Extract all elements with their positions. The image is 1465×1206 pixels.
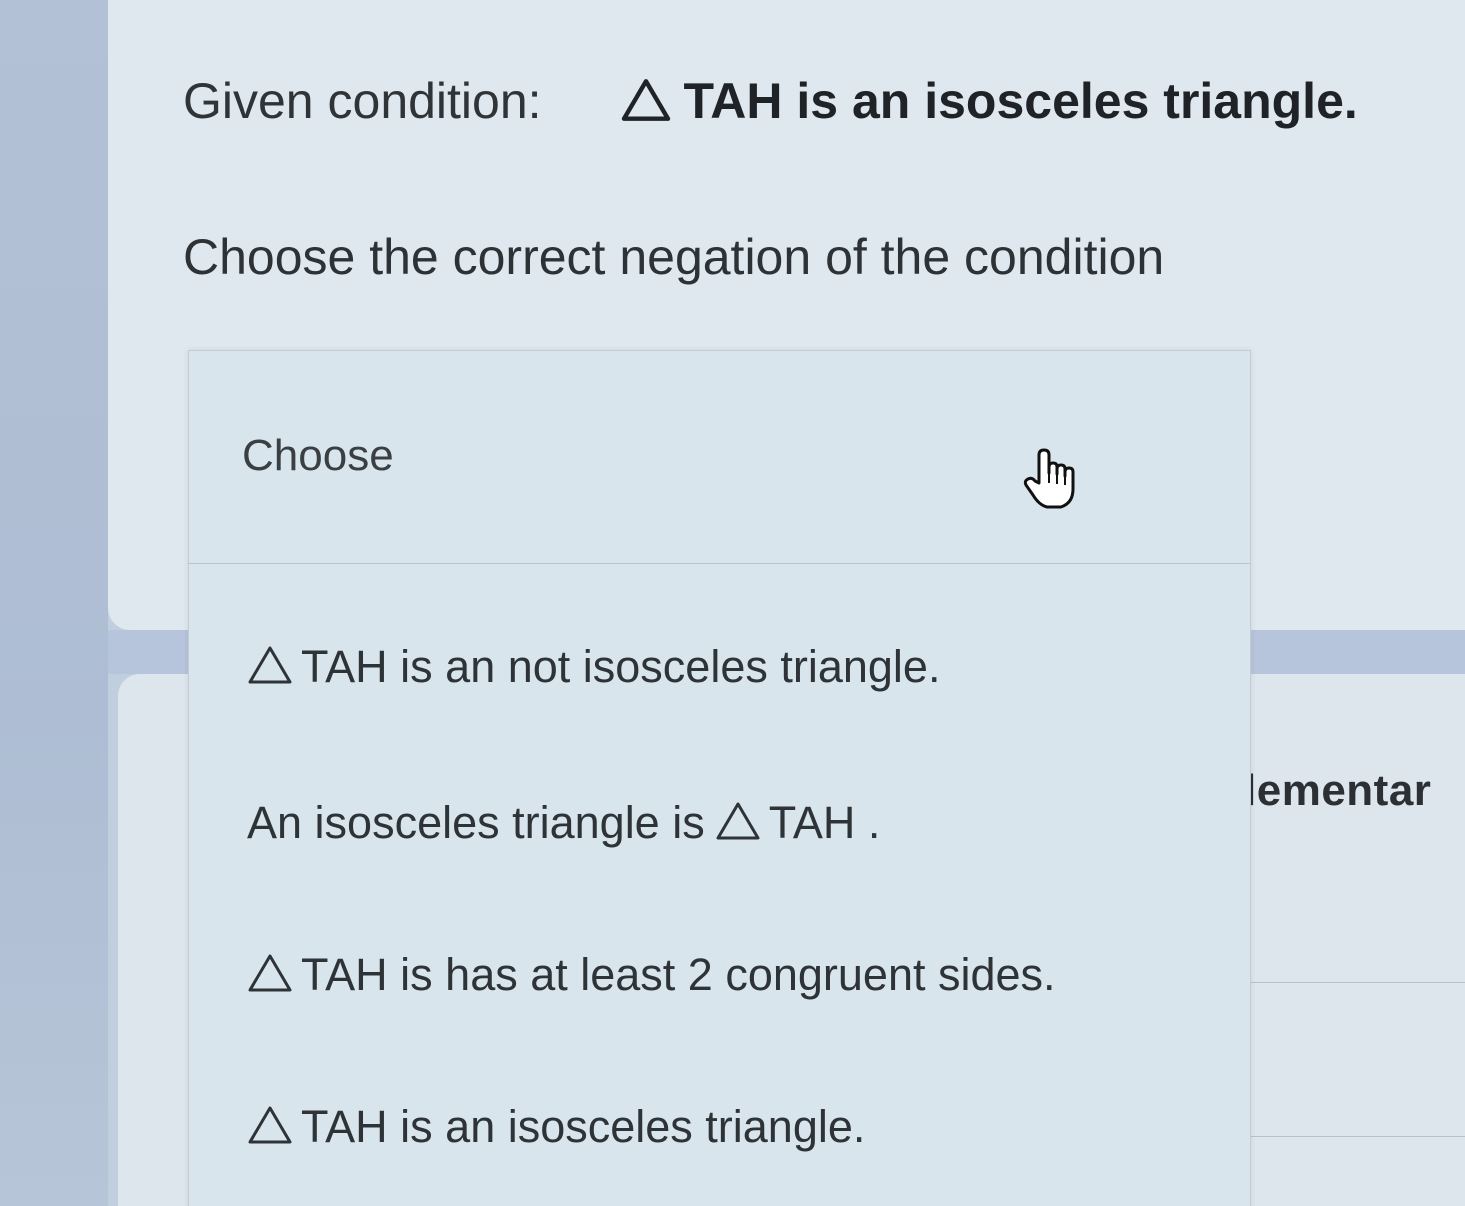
question-prompt: Choose the correct negation of the condi… [183, 229, 1165, 285]
triangle-icon [248, 646, 292, 684]
given-label: Given condition: [183, 73, 542, 129]
dropdown-option[interactable]: TAH is an isosceles triangle. [247, 1101, 865, 1153]
page: lementar Given condition: TAH is an isos… [0, 0, 1465, 1206]
next-question-text: lementar [1244, 766, 1432, 815]
triangle-icon [248, 954, 292, 992]
option-prefix: An isosceles triangle is [247, 797, 705, 848]
triangle-icon [622, 79, 671, 121]
next-card-divider [1246, 1136, 1465, 1137]
option-text: TAH is an not isosceles triangle. [301, 641, 941, 692]
dropdown-select[interactable]: Choose [189, 351, 1250, 564]
left-margin [0, 0, 108, 1206]
dropdown-option[interactable]: TAH is has at least 2 congruent sides. [247, 949, 1056, 1001]
given-statement: TAH is an isosceles triangle. [619, 73, 1358, 129]
option-text: TAH is an isosceles triangle. [301, 1101, 866, 1152]
option-text: TAH is has at least 2 congruent sides. [301, 949, 1056, 1000]
dropdown-selected-value: Choose [242, 431, 394, 480]
given-condition: Given condition: TAH is an isosceles tri… [183, 72, 1358, 130]
dropdown-option[interactable]: An isosceles triangle is TAH . [247, 797, 880, 849]
triangle-icon [716, 802, 760, 840]
dropdown-option[interactable]: TAH is an not isosceles triangle. [247, 641, 940, 693]
option-text: TAH . [768, 797, 881, 848]
given-statement-text: TAH is an isosceles triangle. [683, 73, 1358, 129]
hand-pointer-icon [1023, 448, 1075, 509]
next-card-divider [1246, 982, 1465, 983]
triangle-icon [248, 1106, 292, 1144]
negation-dropdown[interactable]: Choose TAH is an not isosceles triangle.… [188, 350, 1251, 1206]
